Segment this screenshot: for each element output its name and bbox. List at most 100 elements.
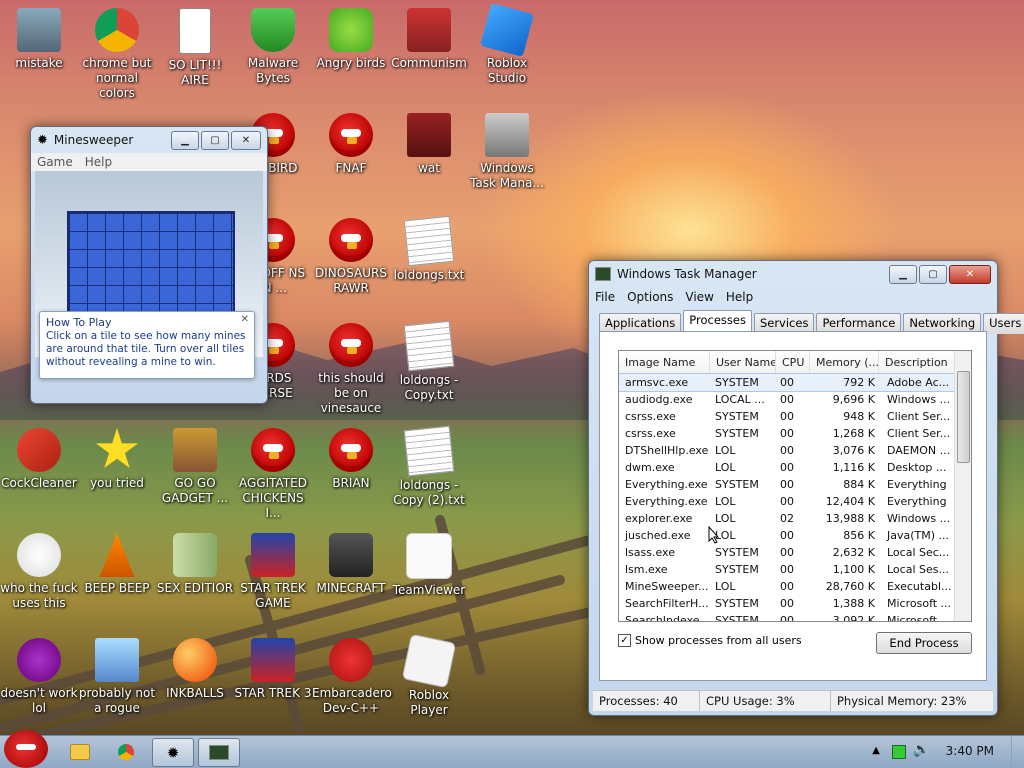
- process-list-scrollbar[interactable]: [954, 351, 971, 621]
- desktop-icon[interactable]: Roblox Player: [390, 633, 468, 718]
- process-row[interactable]: MineSweeper.... LOL 00 28,760 K Executabl...: [619, 578, 971, 595]
- winamp-icon: [17, 533, 61, 577]
- desktop-icon[interactable]: probably not a rogue: [78, 638, 156, 716]
- desktop-icon[interactable]: STAR TREK 3: [234, 638, 312, 701]
- taskbar-minesweeper[interactable]: ✹: [152, 738, 194, 767]
- process-row[interactable]: dwm.exe LOL 00 1,116 K Desktop ...: [619, 459, 971, 476]
- taskbar-explorer[interactable]: [60, 738, 100, 765]
- angry-bird-icon: [329, 428, 373, 472]
- desktop-icon[interactable]: Malware Bytes: [234, 8, 312, 86]
- desktop-icon[interactable]: GO GO GADGET ...: [156, 428, 234, 506]
- folder-icon: [70, 743, 90, 760]
- end-process-button[interactable]: End Process: [876, 632, 972, 654]
- process-cpu: 00: [780, 580, 794, 593]
- close-button[interactable]: ✕: [231, 130, 261, 150]
- desktop-icon[interactable]: chrome but normal colors: [78, 8, 156, 101]
- volume-icon[interactable]: 🔊: [913, 742, 930, 758]
- desktop-icon[interactable]: you tried: [78, 428, 156, 491]
- column-memory[interactable]: Memory (...: [810, 351, 879, 373]
- process-row[interactable]: DTShellHlp.exe LOL 00 3,076 K DAEMON ...: [619, 442, 971, 459]
- show-desktop-button[interactable]: [1011, 736, 1024, 768]
- column-description[interactable]: Description: [879, 351, 960, 373]
- process-row[interactable]: Everything.exe SYSTEM 00 884 K Everything: [619, 476, 971, 493]
- menu-help[interactable]: Help: [726, 290, 753, 304]
- desktop-icon[interactable]: mistake: [0, 8, 78, 71]
- task-manager-window[interactable]: Windows Task Manager ▁ ▢ ✕ File Options …: [588, 260, 1024, 716]
- process-row[interactable]: csrss.exe SYSTEM 00 948 K Client Ser...: [619, 408, 971, 425]
- maximize-button[interactable]: ▢: [201, 130, 229, 150]
- desktop-icon[interactable]: Communism: [390, 8, 468, 71]
- start-button[interactable]: [4, 730, 48, 768]
- minesweeper-window[interactable]: ✹ Minesweeper ▁ ▢ ✕ Game Help How To Pla…: [30, 126, 268, 404]
- process-row[interactable]: SearchFilterH... SYSTEM 00 1,388 K Microsoft…: [619, 595, 971, 612]
- minimize-button[interactable]: ▁: [889, 264, 917, 284]
- desktop-icon[interactable]: INKBALLS: [156, 638, 234, 701]
- battery-icon[interactable]: [892, 745, 906, 759]
- desktop-icon[interactable]: Windows Task Mana...: [468, 113, 546, 191]
- desktop-icon[interactable]: TeamViewer: [390, 533, 468, 598]
- process-row[interactable]: Everything.exe LOL 00 12,404 K Everything: [619, 493, 971, 510]
- close-button[interactable]: ✕: [949, 264, 991, 284]
- desktop-icon-label: loldongs.txt: [393, 268, 465, 282]
- process-row[interactable]: explorer.exe LOL 02 13,988 K Windows ...: [619, 510, 971, 527]
- how-to-title: How To Play: [46, 316, 112, 329]
- process-row[interactable]: csrss.exe SYSTEM 00 1,268 K Client Ser...: [619, 425, 971, 442]
- desktop-icon[interactable]: DINOSAURS RAWR: [312, 218, 390, 296]
- menu-view[interactable]: View: [685, 290, 713, 304]
- process-memory: 3,076 K: [832, 444, 875, 457]
- desktop-icon[interactable]: loldongs - Copy.txt: [390, 320, 468, 403]
- clock[interactable]: 3:40 PM: [946, 744, 994, 758]
- scrollbar-thumb[interactable]: [957, 371, 970, 463]
- menu-options[interactable]: Options: [627, 290, 673, 304]
- taskbar-task-manager[interactable]: [198, 738, 240, 767]
- process-row[interactable]: armsvc.exe SYSTEM 00 792 K Adobe Ac...: [619, 373, 971, 392]
- show-all-users-checkbox[interactable]: ✓: [618, 634, 631, 647]
- status-memory: Physical Memory: 23%: [837, 694, 967, 708]
- desktop-icon[interactable]: AGGITATED CHICKENS I...: [234, 428, 312, 521]
- desktop-icon[interactable]: wat: [390, 113, 468, 176]
- process-cpu: 00: [780, 546, 794, 559]
- show-hidden-icons-icon[interactable]: ▲: [872, 745, 880, 756]
- desktop-icon[interactable]: Roblox Studio: [468, 3, 546, 86]
- desktop-icon[interactable]: STAR TREK GAME: [234, 533, 312, 611]
- process-row[interactable]: jusched.exe LOL 00 856 K Java(TM) ...: [619, 527, 971, 544]
- desktop-icon[interactable]: BEEP BEEP: [78, 533, 156, 596]
- text-file-icon: [403, 425, 455, 477]
- text-file-icon: [403, 215, 455, 267]
- close-tooltip-icon[interactable]: ✕: [241, 314, 249, 325]
- desktop-icon[interactable]: loldongs.txt: [390, 215, 468, 283]
- taskbar-chrome[interactable]: [106, 738, 146, 765]
- column-image-name[interactable]: Image Name: [619, 351, 710, 373]
- maximize-button[interactable]: ▢: [919, 264, 947, 284]
- desktop-icon[interactable]: who the fuck uses this: [0, 533, 78, 611]
- tab-users[interactable]: Users: [983, 313, 1024, 334]
- menu-game[interactable]: Game: [37, 155, 73, 169]
- desktop-icon[interactable]: loldongs - Copy (2).txt: [390, 425, 468, 508]
- desktop-icon-label: GO GO GADGET ...: [161, 476, 229, 505]
- column-cpu[interactable]: CPU: [776, 351, 810, 373]
- process-row[interactable]: audiodg.exe LOCAL ... 00 9,696 K Windows ...: [619, 391, 971, 408]
- desktop-icon[interactable]: Angry birds: [312, 8, 390, 71]
- process-list[interactable]: Image Name User Name CPU Memory (... Des…: [618, 350, 972, 622]
- minesweeper-titlebar[interactable]: ✹ Minesweeper ▁ ▢ ✕: [31, 127, 267, 153]
- menu-file[interactable]: File: [595, 290, 615, 304]
- desktop-icon[interactable]: Embarcadero Dev-C++: [312, 638, 392, 716]
- task-manager-titlebar[interactable]: Windows Task Manager ▁ ▢ ✕: [589, 261, 997, 287]
- process-row[interactable]: lsass.exe SYSTEM 00 2,632 K Local Sec...: [619, 544, 971, 561]
- minimize-button[interactable]: ▁: [171, 130, 199, 150]
- process-list-header: Image Name User Name CPU Memory (... Des…: [619, 351, 971, 374]
- process-row[interactable]: SearchIndexe... SYSTEM 00 3,092 K Microsoft …: [619, 612, 971, 621]
- desktop-icon[interactable]: MINECRAFT: [312, 533, 390, 596]
- column-user-name[interactable]: User Name: [710, 351, 776, 373]
- desktop-icon[interactable]: FNAF: [312, 113, 390, 176]
- desktop-icon[interactable]: CockCleaner: [0, 428, 78, 491]
- desktop-icon[interactable]: doesn't work lol: [0, 638, 78, 716]
- process-description: Local Sec...: [887, 546, 950, 559]
- desktop-icon[interactable]: SEX EDITIOR: [156, 533, 234, 596]
- desktop-icon[interactable]: SO LIT!!! AIRE: [156, 8, 234, 88]
- desktop-icon[interactable]: this should be on vinesauce: [312, 323, 390, 416]
- menu-help[interactable]: Help: [85, 155, 112, 169]
- how-to-play-tooltip: How To Play Click on a tile to see how m…: [39, 311, 255, 379]
- process-row[interactable]: lsm.exe SYSTEM 00 1,100 K Local Ses...: [619, 561, 971, 578]
- desktop-icon[interactable]: BRIAN: [312, 428, 390, 491]
